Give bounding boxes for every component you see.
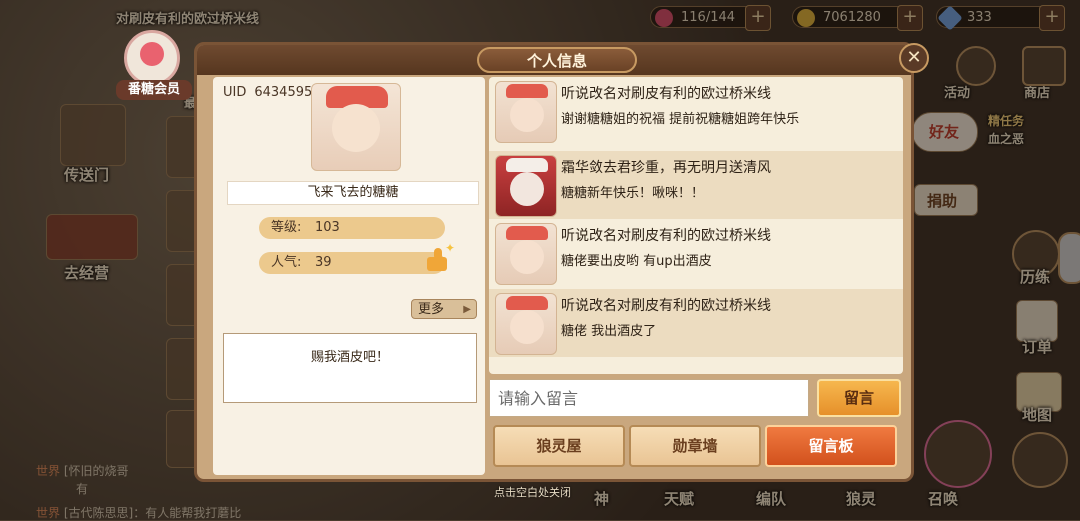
profile-tabs: 狼灵屋 勋章墙 留言板: [489, 425, 903, 471]
player-portrait[interactable]: [311, 83, 401, 171]
tab-message-board[interactable]: 留言板: [765, 425, 897, 467]
message-content: 糖糖新年快乐！啾咪！！: [561, 186, 705, 201]
message-content: 糖佬要出皮哟 有up出酒皮: [561, 254, 712, 269]
tab-wolf-house[interactable]: 狼灵屋: [493, 425, 625, 467]
message-author[interactable]: 霜华敛去君珍重，再无明月送清风: [561, 157, 771, 177]
message-author[interactable]: 听说改名对刷皮有利的欧过桥米线: [561, 225, 771, 245]
message-content: 谢谢糖糖姐的祝福 提前祝糖糖姐跨年快乐: [561, 112, 800, 127]
more-button[interactable]: 更多 ▶: [411, 299, 477, 319]
character-face: [332, 104, 380, 152]
uid-value: 6434595: [254, 85, 313, 100]
fox-mask-girl-avatar[interactable]: [495, 293, 557, 355]
message-content: 糖佬 我出酒皮了: [561, 324, 657, 339]
profile-dialog: 个人信息 ✕ UID 6434595 飞来飞去的糖糖 等级: 103 人气: 39…: [194, 42, 929, 482]
thumbs-up-icon[interactable]: ✦: [425, 241, 455, 273]
message-item: 霜华敛去君珍重，再无明月送清风 糖糖新年快乐！啾咪！！: [489, 151, 903, 219]
leave-message-button[interactable]: 留言: [817, 379, 901, 417]
message-item: 听说改名对刷皮有利的欧过桥米线 糖佬 我出酒皮了: [489, 289, 903, 357]
fox-mask-girl-avatar[interactable]: [495, 81, 557, 143]
player-name: 飞来飞去的糖糖: [227, 181, 479, 205]
tab-medal-wall[interactable]: 勋章墙: [629, 425, 761, 467]
popularity-label: 人气:: [271, 255, 302, 270]
message-item: 听说改名对刷皮有利的欧过桥米线 谢谢糖糖姐的祝福 提前祝糖糖姐跨年快乐: [489, 77, 903, 145]
popularity-stat: 人气: 39: [259, 252, 445, 274]
message-input[interactable]: [489, 379, 809, 417]
vip-label: 番糖会员: [116, 80, 192, 100]
signature-box: 赐我酒皮吧！: [223, 333, 477, 403]
candy-icon: [140, 42, 164, 66]
level-stat: 等级: 103: [259, 217, 445, 239]
profile-panel: UID 6434595 飞来飞去的糖糖 等级: 103 人气: 39 ✦ 更多 ▶…: [213, 77, 485, 475]
vip-badge[interactable]: 番糖会员: [116, 30, 192, 100]
dialog-title-bar: 个人信息: [197, 45, 911, 75]
red-hair-girl-avatar[interactable]: [495, 155, 557, 217]
message-item: 听说改名对刷皮有利的欧过桥米线 糖佬要出皮哟 有up出酒皮: [489, 219, 903, 287]
close-button[interactable]: ✕: [899, 43, 929, 73]
message-author[interactable]: 听说改名对刷皮有利的欧过桥米线: [561, 83, 771, 103]
uid-row: UID 6434595: [223, 85, 312, 100]
popularity-value: 39: [315, 255, 332, 270]
fox-mask-girl-avatar[interactable]: [495, 223, 557, 285]
dialog-title: 个人信息: [477, 47, 637, 73]
close-hint: 点击空白处关闭: [494, 486, 571, 499]
message-board[interactable]: 听说改名对刷皮有利的欧过桥米线 谢谢糖糖姐的祝福 提前祝糖糖姐跨年快乐 霜华敛去…: [489, 77, 903, 374]
level-label: 等级:: [271, 220, 302, 235]
uid-label: UID: [223, 85, 247, 100]
triangle-right-icon: ▶: [463, 304, 471, 315]
message-author[interactable]: 听说改名对刷皮有利的欧过桥米线: [561, 295, 771, 315]
level-value: 103: [315, 220, 340, 235]
